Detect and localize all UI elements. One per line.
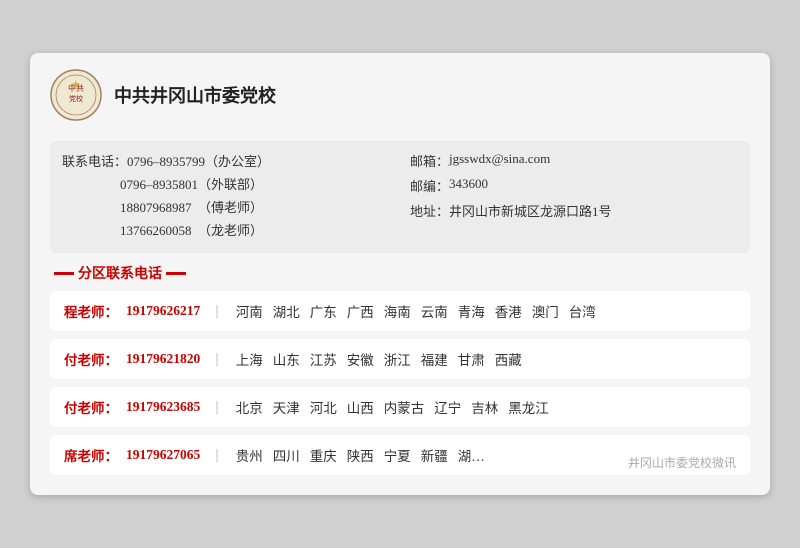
title-bar-left bbox=[54, 272, 74, 275]
region-item: 西藏 bbox=[495, 349, 522, 369]
phone-row-3: 18807968987 （傅老师） bbox=[62, 197, 390, 216]
region-item: 辽宁 bbox=[434, 397, 461, 417]
postal-label: 邮编： bbox=[410, 176, 449, 195]
region-item: 安徽 bbox=[347, 349, 374, 369]
region-item: 北京 bbox=[236, 397, 263, 417]
region-item: 台湾 bbox=[569, 301, 596, 321]
region-block-0: 程老师： 19179626217 ｜ 河南 湖北 广东 广西 海南 云南 青海 … bbox=[50, 291, 750, 331]
region-item: 湖… bbox=[458, 445, 485, 465]
divider-2: ｜ bbox=[210, 397, 224, 417]
section-title-text: 分区联系电话 bbox=[78, 263, 162, 283]
phone-2: 0796–8935801（外联部） bbox=[120, 174, 263, 193]
svg-text:党校: 党校 bbox=[69, 94, 83, 103]
address-label: 地址： bbox=[410, 201, 449, 220]
region-item: 香港 bbox=[495, 301, 522, 321]
teacher-phone-0: 19179626217 bbox=[126, 303, 200, 319]
region-item: 广东 bbox=[310, 301, 337, 321]
region-item: 湖北 bbox=[273, 301, 300, 321]
school-name: 中共井冈山市委党校 bbox=[114, 82, 276, 108]
region-item: 江苏 bbox=[310, 349, 337, 369]
region-item: 宁夏 bbox=[384, 445, 411, 465]
phone-row-4: 13766260058 （龙老师） bbox=[62, 220, 390, 239]
teacher-phone-3: 19179627065 bbox=[126, 447, 200, 463]
contact-right: 邮箱： jgsswdx@sina.com 邮编： 343600 地址： 井冈山市… bbox=[410, 151, 738, 243]
region-item: 福建 bbox=[421, 349, 448, 369]
region-row-0: 程老师： 19179626217 ｜ 河南 湖北 广东 广西 海南 云南 青海 … bbox=[64, 301, 736, 321]
region-item: 甘肃 bbox=[458, 349, 485, 369]
region-item: 青海 bbox=[458, 301, 485, 321]
region-item: 澳门 bbox=[532, 301, 559, 321]
region-item: 河北 bbox=[310, 397, 337, 417]
regions-container: 程老师： 19179626217 ｜ 河南 湖北 广东 广西 海南 云南 青海 … bbox=[50, 291, 750, 475]
phone-label: 联系电话： bbox=[62, 151, 127, 170]
region-block-2: 付老师： 19179623685 ｜ 北京 天津 河北 山西 内蒙古 辽宁 吉林… bbox=[50, 387, 750, 427]
teacher-phone-1: 19179621820 bbox=[126, 351, 200, 367]
email-label: 邮箱： bbox=[410, 151, 449, 170]
region-item: 山东 bbox=[273, 349, 300, 369]
region-item: 海南 bbox=[384, 301, 411, 321]
phone-3: 18807968987 （傅老师） bbox=[120, 197, 263, 216]
region-item: 四川 bbox=[273, 445, 300, 465]
region-item: 广西 bbox=[347, 301, 374, 321]
region-item: 山西 bbox=[347, 397, 374, 417]
region-block-3: 席老师： 19179627065 ｜ 贵州 四川 重庆 陕西 宁夏 新疆 湖… … bbox=[50, 435, 750, 475]
school-logo: 中共 党校 bbox=[50, 69, 102, 121]
phone-4: 13766260058 （龙老师） bbox=[120, 220, 263, 239]
phone-row-2: 0796–8935801（外联部） bbox=[62, 174, 390, 193]
region-block-1: 付老师： 19179621820 ｜ 上海 山东 江苏 安徽 浙江 福建 甘肃 … bbox=[50, 339, 750, 379]
contact-grid: 联系电话： 0796–8935799（办公室） 0796–8935801（外联部… bbox=[50, 141, 750, 253]
contact-left: 联系电话： 0796–8935799（办公室） 0796–8935801（外联部… bbox=[62, 151, 390, 243]
teacher-phone-2: 19179623685 bbox=[126, 399, 200, 415]
region-row-1: 付老师： 19179621820 ｜ 上海 山东 江苏 安徽 浙江 福建 甘肃 … bbox=[64, 349, 736, 369]
region-item: 新疆 bbox=[421, 445, 448, 465]
region-item: 浙江 bbox=[384, 349, 411, 369]
phone-row-1: 联系电话： 0796–8935799（办公室） bbox=[62, 151, 390, 170]
watermark: 井冈山市委党校微讯 bbox=[624, 452, 740, 473]
region-item: 吉林 bbox=[471, 397, 498, 417]
teacher-label-0: 程老师： bbox=[64, 301, 118, 321]
divider-1: ｜ bbox=[210, 349, 224, 369]
region-item: 陕西 bbox=[347, 445, 374, 465]
teacher-label-2: 付老师： bbox=[64, 397, 118, 417]
teacher-label-1: 付老师： bbox=[64, 349, 118, 369]
region-item: 上海 bbox=[236, 349, 263, 369]
divider-0: ｜ bbox=[210, 301, 224, 321]
postal-value: 343600 bbox=[449, 176, 488, 195]
address-value: 井冈山市新城区龙源口路1号 bbox=[449, 201, 612, 220]
region-item: 云南 bbox=[421, 301, 448, 321]
section-title: 分区联系电话 bbox=[50, 263, 750, 283]
title-bar-right bbox=[166, 272, 186, 275]
email-row: 邮箱： jgsswdx@sina.com bbox=[410, 151, 738, 170]
phone-1: 0796–8935799（办公室） bbox=[127, 151, 270, 170]
region-item: 内蒙古 bbox=[384, 397, 425, 417]
email-value: jgsswdx@sina.com bbox=[449, 151, 550, 170]
header: 中共 党校 中共井冈山市委党校 bbox=[50, 69, 750, 129]
region-row-2: 付老师： 19179623685 ｜ 北京 天津 河北 山西 内蒙古 辽宁 吉林… bbox=[64, 397, 736, 417]
region-item: 天津 bbox=[273, 397, 300, 417]
region-item: 河南 bbox=[236, 301, 263, 321]
address-row: 地址： 井冈山市新城区龙源口路1号 bbox=[410, 201, 738, 220]
main-card: 中共 党校 中共井冈山市委党校 联系电话： 0796–8935799（办公室） … bbox=[30, 53, 770, 495]
postal-row: 邮编： 343600 bbox=[410, 176, 738, 195]
teacher-label-3: 席老师： bbox=[64, 445, 118, 465]
region-item: 重庆 bbox=[310, 445, 337, 465]
divider-3: ｜ bbox=[210, 445, 224, 465]
region-item: 黑龙江 bbox=[508, 397, 549, 417]
region-item: 贵州 bbox=[236, 445, 263, 465]
